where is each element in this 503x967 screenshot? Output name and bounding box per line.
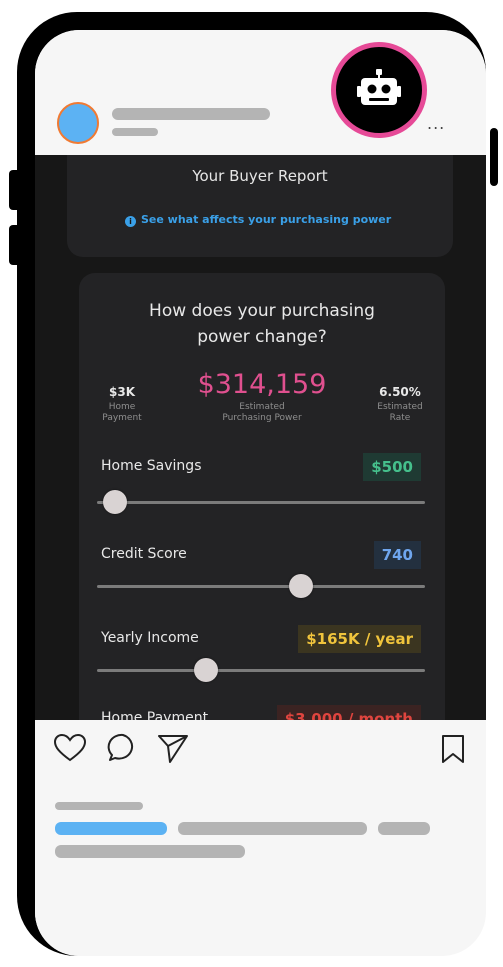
heart-icon[interactable] <box>53 733 87 763</box>
buyer-report-title: Your Buyer Report <box>192 167 328 185</box>
post-footer <box>35 720 486 956</box>
power-button <box>490 128 498 186</box>
home-payment-stat-label-1: Home <box>108 402 136 412</box>
share-icon[interactable] <box>156 732 190 764</box>
caption-username-placeholder <box>55 822 167 835</box>
credit-score-label: Credit Score <box>101 546 187 562</box>
yearly-income-slider-handle[interactable] <box>194 658 219 682</box>
rate-stat-value: 6.50% <box>379 385 421 399</box>
purchasing-power-heading-line2: power change? <box>197 327 327 347</box>
home-payment-label: Home Payment <box>101 710 209 720</box>
yearly-income-value[interactable]: $165K / year <box>298 625 421 653</box>
info-icon: i <box>125 216 136 227</box>
username-placeholder <box>112 108 270 120</box>
likes-placeholder <box>55 802 143 810</box>
rate-stat-label-2: Rate <box>389 413 411 423</box>
bookmark-icon[interactable] <box>440 733 466 765</box>
caption-placeholder-1 <box>178 822 367 835</box>
home-payment-stat-label-2: Payment <box>102 413 142 423</box>
home-savings-slider-handle[interactable] <box>103 490 128 514</box>
credit-score-slider-handle[interactable] <box>288 574 313 598</box>
caption-placeholder-3 <box>55 845 245 858</box>
purchasing-power-link[interactable]: i See what affects your purchasing power <box>125 213 425 229</box>
more-icon[interactable]: ... <box>427 114 445 133</box>
purchasing-power-label-1: Estimated <box>239 402 285 412</box>
robot-badge[interactable] <box>331 42 427 138</box>
purchasing-power-heading-line1: How does your purchasing <box>149 301 375 321</box>
app-content: Your Buyer Report i See what affects your… <box>35 155 486 720</box>
phone-screen: ... Your Buyer Report i See what affects … <box>35 30 486 956</box>
purchasing-power-link-text: See what affects your purchasing power <box>141 213 392 226</box>
robot-icon <box>357 69 401 105</box>
purchasing-power-card: How does your purchasing power change? $… <box>79 273 445 720</box>
purchasing-power-value: $314,159 <box>197 369 327 400</box>
home-payment-stat-value: $3K <box>109 385 135 399</box>
buyer-report-card: Your Buyer Report i See what affects your… <box>67 155 453 257</box>
avatar[interactable] <box>57 102 99 144</box>
credit-score-track[interactable] <box>97 585 425 588</box>
yearly-income-label: Yearly Income <box>101 630 199 646</box>
comment-icon[interactable] <box>107 732 139 764</box>
rate-stat-label-1: Estimated <box>377 402 423 412</box>
home-savings-label: Home Savings <box>101 458 202 474</box>
credit-score-value[interactable]: 740 <box>373 541 421 569</box>
subtitle-placeholder <box>112 128 158 136</box>
caption-placeholder-2 <box>378 822 430 835</box>
home-savings-track[interactable] <box>97 501 425 504</box>
purchasing-power-label-2: Purchasing Power <box>222 413 302 423</box>
yearly-income-track[interactable] <box>97 669 425 672</box>
home-savings-value[interactable]: $500 <box>363 453 421 481</box>
home-payment-value[interactable]: $3,000 / month <box>276 705 421 720</box>
